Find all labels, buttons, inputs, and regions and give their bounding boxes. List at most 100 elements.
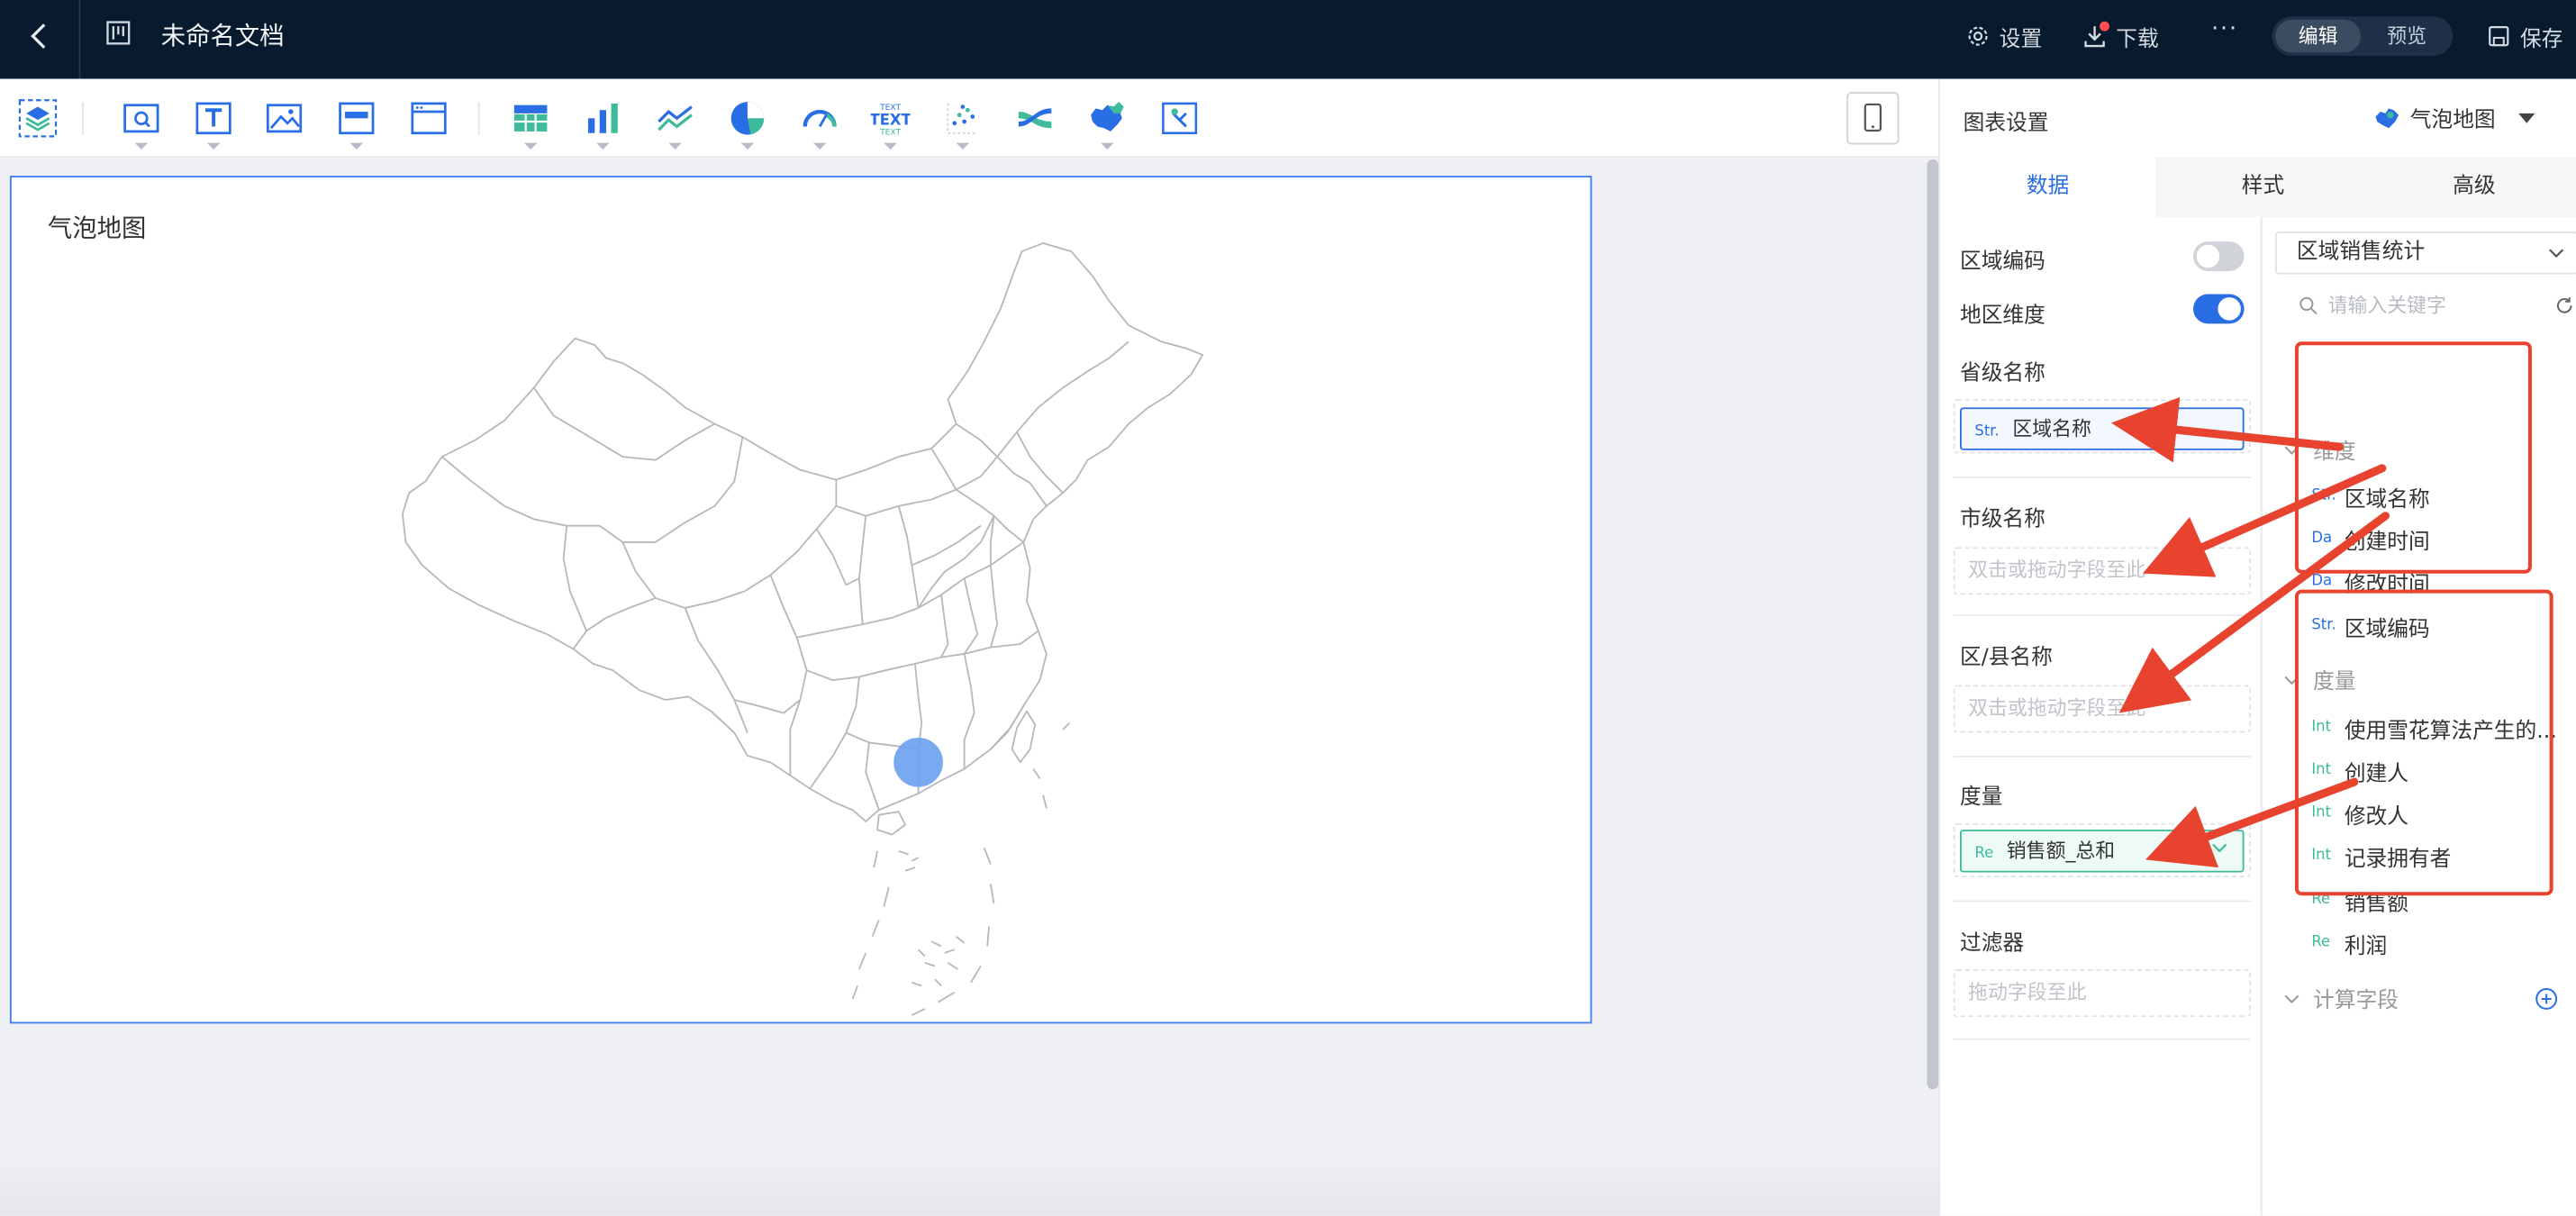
province-label: 省级名称 <box>1960 361 2045 386</box>
scatter-chart-tool[interactable] <box>943 98 983 150</box>
measure-group-toggle[interactable]: 度量 <box>2283 664 2356 695</box>
scatter-chart-icon <box>947 103 978 134</box>
field-item[interactable]: Int 使用雪花算法产生的... <box>2311 710 2557 746</box>
pie-chart-tool[interactable] <box>728 98 767 150</box>
dimension-group-toggle[interactable]: 维度 <box>2283 434 2356 465</box>
layout-component-tool[interactable] <box>337 98 376 150</box>
gauge-chart-tool[interactable] <box>800 98 839 150</box>
field-item[interactable]: Int 记录拥有者 <box>2311 838 2451 874</box>
bubble-map-chart[interactable]: 气泡地图 <box>9 176 1592 1024</box>
filter-dropzone[interactable]: 拖动字段至此 <box>1953 969 2251 1018</box>
chevron-down-icon <box>2284 994 2299 1003</box>
field-type-tag: Int <box>2311 719 2332 737</box>
canvas-area: 气泡地图 <box>0 159 1926 1216</box>
field-name: 区域编码 <box>2344 616 2430 642</box>
chevron-down-icon <box>2284 445 2299 454</box>
query-component-tool[interactable] <box>122 98 161 150</box>
measure-field-pill[interactable]: Re 销售额_总和 <box>1960 830 2245 873</box>
field-item[interactable]: Re 销售额 <box>2311 882 2408 918</box>
district-dropzone[interactable]: 双击或拖动字段至此 <box>1953 685 2251 733</box>
custom-chart-tool[interactable] <box>1160 98 1200 138</box>
bar-chart-tool[interactable] <box>584 98 623 150</box>
sankey-chart-tool[interactable] <box>1015 98 1055 138</box>
section-divider <box>1953 476 2251 478</box>
mode-switch: 编辑 预览 <box>2272 16 2454 57</box>
component-toolbar: TEXT TEXT TEXT <box>0 78 1939 159</box>
field-item[interactable]: Int 修改人 <box>2311 795 2408 831</box>
document-icon <box>106 21 131 45</box>
mobile-preview-button[interactable] <box>1846 92 1900 145</box>
image-component-tool[interactable] <box>265 98 304 138</box>
more-menu-button[interactable]: ··· <box>2211 16 2238 42</box>
top-bar: 未命名文档 设置 下载 ··· 编辑 预览 保存 <box>0 0 2576 79</box>
search-icon <box>2299 296 2317 315</box>
map-chart-tool[interactable] <box>1087 98 1127 150</box>
table-chart-tool[interactable] <box>511 98 550 150</box>
bar-chart-icon <box>587 103 618 133</box>
mode-edit-button[interactable]: 编辑 <box>2275 19 2362 53</box>
save-label: 保存 <box>2519 27 2563 52</box>
settings-label: 设置 <box>1999 27 2043 52</box>
canvas-scrollbar[interactable] <box>1927 159 1939 1090</box>
web-component-tool[interactable] <box>409 98 449 138</box>
field-type-tag: Str. <box>2311 617 2336 635</box>
chart-title: 气泡地图 <box>47 213 147 243</box>
field-name: 记录拥有者 <box>2344 847 2452 872</box>
field-item[interactable]: Da 创建时间 <box>2311 521 2429 557</box>
chevron-down-icon <box>740 142 755 150</box>
image-icon <box>266 104 303 133</box>
layers-tool[interactable] <box>18 98 58 138</box>
layout-icon <box>339 102 375 135</box>
chevron-down-icon[interactable] <box>2209 838 2229 858</box>
back-arrow-icon[interactable] <box>20 16 59 56</box>
field-name: 销售额 <box>2344 891 2408 916</box>
map-bubble-guangdong[interactable] <box>893 737 943 787</box>
table-icon <box>513 104 548 132</box>
chart-type-selector[interactable]: 气泡地图 <box>2374 102 2535 133</box>
chevron-down-icon <box>2284 675 2299 685</box>
tab-advanced[interactable]: 高级 <box>2371 158 2576 217</box>
field-type-tag: Re <box>1974 846 1994 863</box>
line-chart-tool[interactable] <box>656 98 695 150</box>
field-type-tag: Re <box>2311 934 2331 952</box>
region-code-toggle[interactable] <box>2193 241 2245 271</box>
line-chart-icon <box>658 105 693 132</box>
download-button[interactable]: 下载 <box>2083 20 2159 52</box>
layers-icon <box>18 99 58 138</box>
document-title[interactable]: 未命名文档 <box>161 18 285 52</box>
calc-field-group-toggle[interactable]: 计算字段 <box>2283 983 2399 1014</box>
calc-field-group-label: 计算字段 <box>2313 989 2399 1014</box>
map-hainan <box>876 811 906 836</box>
field-list-column: 区域销售统计 维度 Str. 区域名称 Da 创建时间 Da 修改时间 Str. 区域编… <box>2263 217 2576 1216</box>
city-dropzone[interactable]: 双击或拖动字段至此 <box>1953 547 2251 595</box>
tab-style[interactable]: 样式 <box>2155 158 2371 217</box>
field-item[interactable]: Int 创建人 <box>2311 752 2408 788</box>
province-field-pill[interactable]: Str. 区域名称 <box>1960 407 2245 450</box>
toolbar-divider <box>82 102 85 135</box>
field-search-input[interactable] <box>2327 294 2526 318</box>
chevron-down-icon <box>1101 142 1114 150</box>
add-calc-field-icon[interactable] <box>2535 987 2558 1011</box>
chevron-down-icon <box>349 142 364 150</box>
settings-button[interactable]: 设置 <box>1966 20 2042 52</box>
region-dimension-toggle[interactable] <box>2193 294 2245 324</box>
text-chart-tool[interactable]: TEXT TEXT TEXT <box>869 98 912 150</box>
field-name: 创建人 <box>2344 761 2408 786</box>
map-type-icon <box>2375 107 2399 128</box>
field-item[interactable]: Re 利润 <box>2311 925 2387 961</box>
save-button[interactable]: 保存 <box>2488 20 2563 52</box>
tab-data[interactable]: 数据 <box>1940 158 2156 217</box>
section-divider <box>1953 756 2251 758</box>
dataset-select[interactable]: 区域销售统计 <box>2275 231 2576 275</box>
field-item[interactable]: Str. 区域编码 <box>2311 608 2429 644</box>
refresh-icon[interactable] <box>2554 295 2574 315</box>
field-item[interactable]: Str. 区域名称 <box>2311 478 2429 514</box>
toggle-knob <box>2196 244 2220 268</box>
field-item[interactable]: Da 修改时间 <box>2311 564 2429 600</box>
panel-header: 图表设置 气泡地图 <box>1940 79 2576 159</box>
mode-preview-button[interactable]: 预览 <box>2364 20 2450 52</box>
chevron-down-icon <box>884 142 897 150</box>
text-component-tool[interactable] <box>194 98 233 150</box>
china-map-icon <box>1091 102 1124 132</box>
chevron-down-icon <box>956 142 970 150</box>
